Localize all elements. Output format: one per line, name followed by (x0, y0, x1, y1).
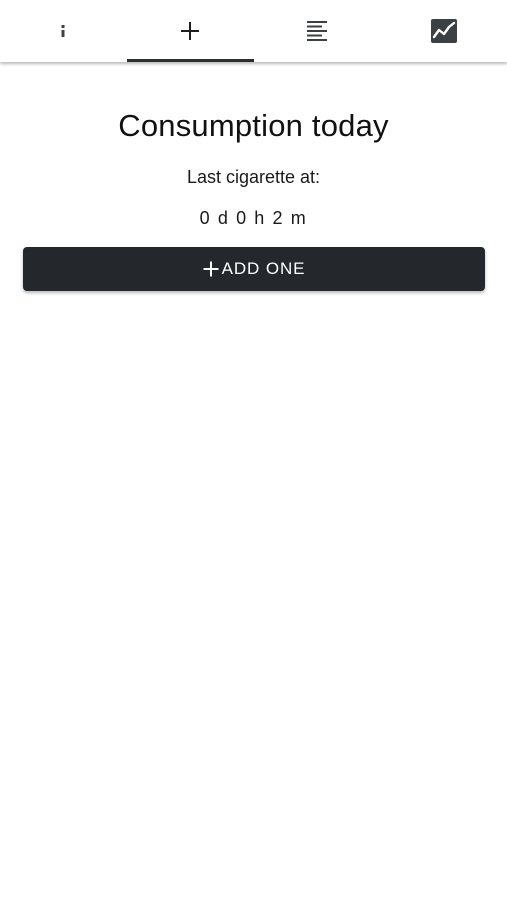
tab-add[interactable] (126, 0, 254, 62)
tab-history[interactable] (254, 0, 381, 62)
add-one-button[interactable]: ADD ONE (23, 247, 485, 291)
list-lines-icon (305, 19, 329, 43)
info-icon (58, 22, 68, 40)
plus-icon (178, 19, 202, 43)
page-title: Consumption today (118, 108, 389, 143)
tab-indicator (126, 59, 254, 62)
main-content: Consumption today Last cigarette at: 0 d… (0, 62, 507, 900)
elapsed-time: 0 d 0 h 2 m (199, 208, 308, 228)
add-one-button-label: ADD ONE (221, 259, 306, 278)
app-root: Consumption today Last cigarette at: 0 d… (0, 0, 507, 900)
tab-stats[interactable] (380, 0, 507, 62)
tab-info[interactable] (0, 0, 127, 62)
chart-icon (430, 18, 458, 44)
plus-icon (203, 261, 219, 277)
last-cigarette-label: Last cigarette at: (186, 167, 321, 187)
tab-bar (0, 0, 507, 62)
